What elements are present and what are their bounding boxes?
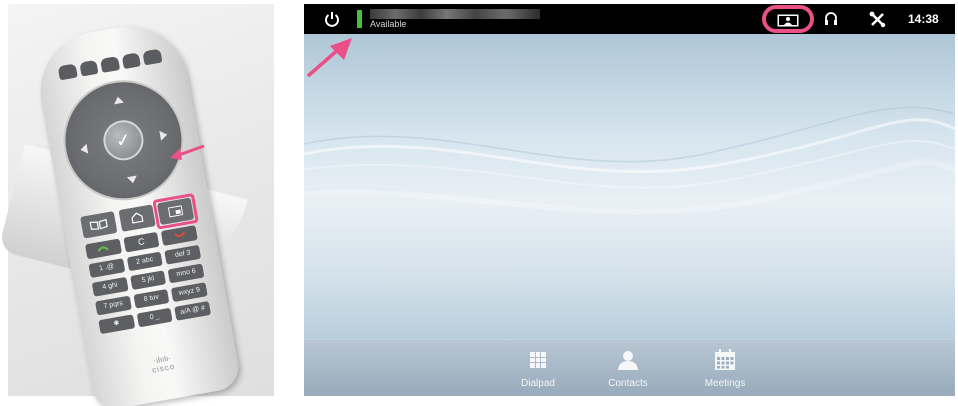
call-key [84,238,122,260]
key-hash: a/A @ # [174,300,212,321]
wallpaper [304,34,955,339]
key-6: mno 6 [167,263,205,284]
soft-key [78,59,99,77]
meetings-button[interactable]: Meetings [690,349,760,389]
navigation-ring: ✓ [53,70,193,210]
bottom-menu-bar: Dialpad Contacts Meetings [304,339,955,396]
calendar-icon [715,349,735,370]
selfview-button[interactable] [762,5,814,33]
contacts-icon-box [593,349,663,375]
arrow-left-icon [79,143,89,155]
meetings-label: Meetings [704,378,746,389]
wallpaper-waves [304,106,955,215]
arrow-right-icon [159,129,168,141]
remote-control-photo: ✓ C 1 .@ 2 abc def 3 4 ghi 5 jkl mno 6 7… [0,0,290,406]
soft-key [100,56,120,73]
cisco-logo: ·ılıılı· cisco [134,350,192,377]
dialpad-label: Dialpad [521,378,555,389]
contacts-label: Contacts [608,378,648,389]
numeric-keypad: 1 .@ 2 abc def 3 4 ghi 5 jkl mno 6 7 pqr… [88,244,212,335]
dialpad-icon-box [503,349,573,375]
phone-icon [97,246,110,252]
soft-key [57,63,78,81]
key-4: 4 ghi [91,276,129,297]
presence-indicator [357,10,362,28]
contacts-button[interactable]: Contacts [593,349,663,389]
highlight-box [152,192,199,230]
home-key [118,204,156,232]
key-2: 2 abc [126,251,164,272]
key-3: def 3 [164,244,202,265]
status-bar: Available 14:38 [304,4,955,34]
power-icon[interactable] [324,11,340,27]
book-icon [89,218,108,230]
key-1: 1 .@ [88,258,126,279]
pointer-arrow-icon [170,144,205,160]
dialpad-icon [530,352,546,368]
key-0: 0 _ [136,307,173,328]
status-label: Available [370,19,407,29]
selfview-icon [777,14,799,27]
key-star: ✱ [98,314,135,335]
redacted-name [370,9,540,19]
phonebook-key [80,211,118,239]
availability-status[interactable]: Available [357,8,542,30]
end-call-key [161,225,198,246]
arrow-down-icon [126,175,138,185]
key-8: 8 tuv [133,288,170,309]
contacts-icon [618,351,638,370]
settings-tools-icon[interactable] [869,11,886,28]
home-icon [131,212,144,224]
key-5: 5 jkl [129,270,167,291]
layout-key [152,192,199,230]
soft-keys [57,48,163,81]
headset-icon[interactable] [824,12,838,27]
clear-key: C [123,231,160,253]
soft-key [142,48,163,66]
ok-button: ✓ [100,117,147,164]
hangup-icon [173,231,185,238]
dialpad-button[interactable]: Dialpad [503,349,573,389]
key-9: wxyz 9 [171,282,208,303]
soft-key [121,52,142,70]
touch-panel-screen: Available 14:38 Dialpad Contacts Meeting… [304,4,955,396]
key-7: 7 pqrs [95,295,132,316]
arrow-up-icon [112,95,124,105]
pointer-arrow-icon [306,38,352,78]
clock: 14:38 [908,12,939,26]
meetings-icon-box [690,349,760,375]
